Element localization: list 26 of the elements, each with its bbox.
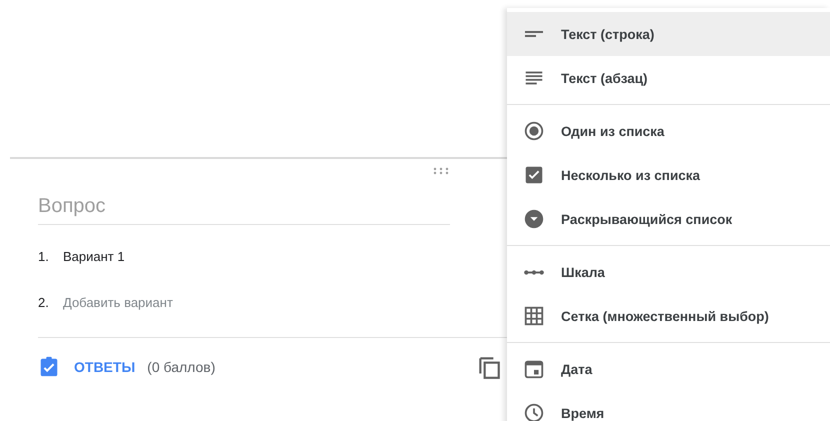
calendar-icon xyxy=(523,358,545,380)
scale-icon xyxy=(524,270,544,274)
menu-item[interactable]: Дата xyxy=(507,347,830,391)
dropdown-icon xyxy=(523,208,545,230)
menu-item[interactable]: Несколько из списка xyxy=(507,153,830,197)
answer-key-link[interactable]: ОТВЕТЫ xyxy=(74,359,136,375)
option-number: 2. xyxy=(38,294,50,310)
option-text[interactable]: Вариант 1 xyxy=(63,248,125,264)
points-text: (0 баллов) xyxy=(147,359,216,375)
question-field[interactable]: Вопрос xyxy=(38,195,450,225)
menu-item[interactable]: Текст (абзац) xyxy=(507,56,830,100)
menu-item[interactable]: Текст (строка) xyxy=(507,12,830,56)
clipboard-check-icon[interactable] xyxy=(38,356,60,378)
option-number: 1. xyxy=(38,248,50,264)
menu-item[interactable]: Раскрывающийся список xyxy=(507,197,830,241)
menu-item[interactable]: Один из списка xyxy=(507,109,830,153)
add-option-link[interactable]: Добавить вариант xyxy=(63,294,173,310)
grid-icon xyxy=(523,305,545,327)
checkbox-icon xyxy=(523,164,545,186)
short-text-icon xyxy=(525,31,543,37)
radio-icon xyxy=(523,120,545,142)
clock-icon xyxy=(523,402,545,421)
drag-handle-icon[interactable] xyxy=(432,167,450,175)
menu-item[interactable]: Время xyxy=(507,391,830,421)
menu-item[interactable]: Шкала xyxy=(507,250,830,294)
menu-item[interactable]: Сетка (множественный выбор) xyxy=(507,294,830,338)
